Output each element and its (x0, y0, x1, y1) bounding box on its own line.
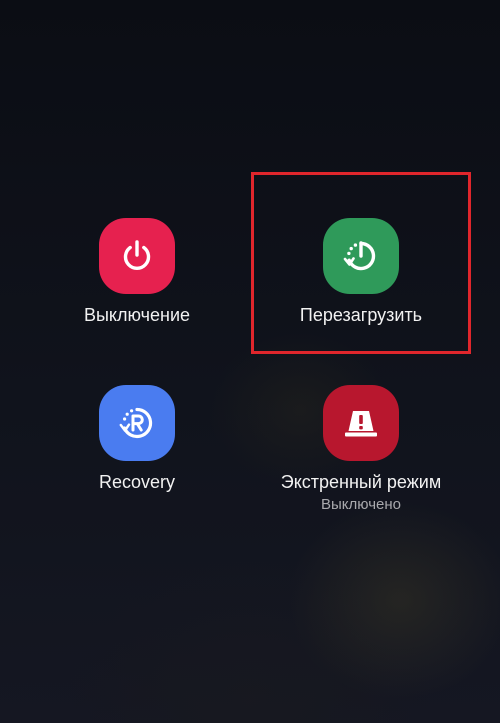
emergency-mode-status: Выключено (321, 496, 401, 513)
power-off-tile (99, 218, 175, 294)
emergency-mode-button[interactable]: Экстренный режим Выключено (251, 385, 471, 514)
emergency-mode-label: Экстренный режим (280, 472, 442, 492)
emergency-mode-tile (323, 385, 399, 461)
restart-button[interactable]: Перезагрузить (251, 218, 471, 326)
recovery-button[interactable]: Recovery (27, 385, 247, 493)
emergency-icon (345, 411, 377, 437)
power-icon (123, 240, 151, 270)
restart-tile (323, 218, 399, 294)
recovery-label: Recovery (98, 472, 176, 492)
restart-icon (343, 241, 376, 271)
recovery-icon (119, 407, 153, 439)
power-off-label: Выключение (83, 305, 191, 325)
restart-label: Перезагрузить (299, 305, 423, 325)
recovery-tile (99, 385, 175, 461)
power-menu-screen: Выключение Перезагрузить Recovery Экстре… (0, 0, 500, 723)
power-off-button[interactable]: Выключение (27, 218, 247, 326)
